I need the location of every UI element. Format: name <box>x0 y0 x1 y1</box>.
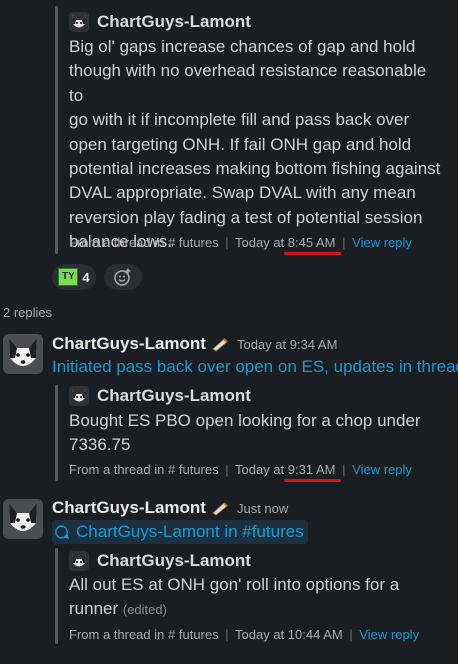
edited-label: (edited) <box>122 602 167 618</box>
meta-today: Today at <box>235 462 285 477</box>
thread-replies-count[interactable]: 2 replies <box>3 305 52 320</box>
husky-avatar-icon <box>69 12 89 32</box>
quote-author[interactable]: ChartGuys-Lamont <box>97 551 251 571</box>
meta-from: From a thread in <box>69 462 165 477</box>
quote-line: though with no overhead resistance reaso… <box>69 61 427 105</box>
thread-meta: From a thread in # futures | Today at 10… <box>69 627 419 642</box>
husky-avatar-icon <box>3 334 43 374</box>
joint-emoji-icon <box>212 502 228 516</box>
quote-line: Big ol' gaps increase chances of gap and… <box>69 37 416 56</box>
add-reaction-button[interactable] <box>104 264 142 290</box>
mention-chip[interactable]: ChartGuys-Lamont in #futures <box>52 520 308 544</box>
reaction-count: 4 <box>82 269 90 285</box>
meta-separator: | <box>225 627 229 642</box>
quote-line-last: runner (edited) <box>69 597 444 622</box>
quote-header: ChartGuys-Lamont <box>69 12 251 32</box>
message-timestamp[interactable]: Today at 9:34 AM <box>237 337 337 352</box>
meta-from: From a thread in <box>69 627 165 642</box>
channel-link[interactable]: futures <box>179 627 219 642</box>
ty-emoji-icon: TY <box>58 268 79 286</box>
quote-text: Big ol' gaps increase chances of gap and… <box>69 35 444 255</box>
quote-bar <box>55 548 58 644</box>
meta-time[interactable]: 8:45 AM <box>288 235 336 250</box>
message-text[interactable]: Initiated pass back over open on ES, upd… <box>52 357 458 377</box>
avatar[interactable] <box>3 334 43 374</box>
quote-text: Bought ES PBO open looking for a chop un… <box>69 409 444 458</box>
meta-from: From a thread in <box>69 235 165 250</box>
joint-emoji-icon <box>212 338 228 352</box>
quote-line: potential increases making bottom fishin… <box>69 159 441 179</box>
quote-bar <box>55 385 58 481</box>
meta-separator: | <box>342 462 346 477</box>
quote-line: Bought ES PBO open looking for a chop un… <box>69 411 421 430</box>
quote-author[interactable]: ChartGuys-Lamont <box>97 386 251 406</box>
reaction-ty[interactable]: TY 4 <box>52 264 96 290</box>
red-underline <box>284 252 341 255</box>
thread-meta: From a thread in # futures | Today at 8:… <box>69 235 412 250</box>
view-reply-link[interactable]: View reply <box>359 627 419 642</box>
mention-chip-label: ChartGuys-Lamont in #futures <box>76 522 304 541</box>
quote-header: ChartGuys-Lamont <box>69 551 251 571</box>
husky-avatar-icon <box>69 551 89 571</box>
avatar[interactable] <box>3 499 43 539</box>
meta-today[interactable]: Today at 10:44 AM <box>235 627 343 642</box>
quote-avatar[interactable] <box>69 386 89 406</box>
hash-icon: # <box>168 235 176 250</box>
quote-line-text: runner <box>69 599 119 619</box>
quote-author[interactable]: ChartGuys-Lamont <box>97 12 251 32</box>
red-underline <box>284 479 341 482</box>
message-body: Initiated pass back over open on ES, upd… <box>52 357 458 377</box>
meta-time[interactable]: 9:31 AM <box>288 462 336 477</box>
quote-line: DVAL appropriate. Swap DVAL with any mea… <box>69 183 416 203</box>
hash-icon: # <box>168 627 176 642</box>
quote-avatar[interactable] <box>69 12 89 32</box>
thread-meta: From a thread in # futures | Today at 9:… <box>69 462 412 477</box>
view-reply-link[interactable]: View reply <box>352 462 412 477</box>
husky-avatar-icon <box>3 499 43 539</box>
quote-line: reversion play fading a test of potentia… <box>69 207 423 227</box>
quote-line: All out ES at ONH gon' roll into options… <box>69 575 400 594</box>
username[interactable]: ChartGuys-Lamont <box>52 334 206 354</box>
meta-separator: | <box>349 627 353 642</box>
speech-bubble-icon <box>55 525 70 540</box>
husky-avatar-icon <box>69 386 89 406</box>
channel-link[interactable]: futures <box>179 235 219 250</box>
meta-separator: | <box>225 235 229 250</box>
quote-header: ChartGuys-Lamont <box>69 386 251 406</box>
message-header: ChartGuys-Lamont Just now <box>52 498 288 518</box>
view-reply-link[interactable]: View reply <box>352 235 412 250</box>
username[interactable]: ChartGuys-Lamont <box>52 498 206 518</box>
quote-line: open targeting ONH. If fail ONH gap and … <box>69 134 412 154</box>
quote-avatar[interactable] <box>69 551 89 571</box>
message-timestamp[interactable]: Just now <box>237 501 288 516</box>
message-header: ChartGuys-Lamont Today at 9:34 AM <box>52 334 337 354</box>
channel-link[interactable]: futures <box>179 462 219 477</box>
hash-icon: # <box>168 462 176 477</box>
quote-text: All out ES at ONH gon' roll into options… <box>69 573 444 623</box>
meta-separator: | <box>225 462 229 477</box>
quote-line: 7336.75 <box>69 435 131 455</box>
meta-separator: | <box>342 235 346 250</box>
quote-bar <box>55 6 58 254</box>
add-emoji-icon <box>114 268 131 286</box>
quote-line: go with it if incomplete fill and pass b… <box>69 110 410 130</box>
meta-today: Today at <box>235 235 285 250</box>
